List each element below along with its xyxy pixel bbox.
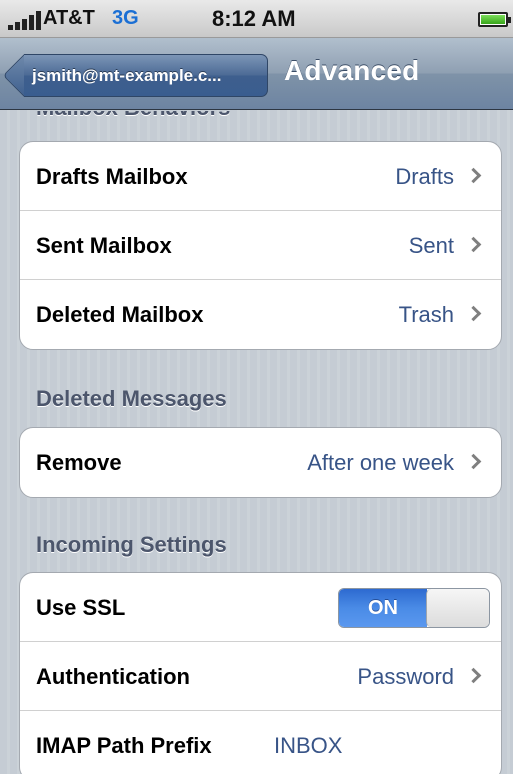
imap-path-prefix-input[interactable]: INBOX: [274, 733, 342, 759]
use-ssl-toggle[interactable]: ON: [338, 588, 490, 628]
imap-path-prefix-row[interactable]: IMAP Path Prefix INBOX: [20, 711, 501, 774]
network-type: 3G: [112, 7, 139, 29]
row-label: Deleted Mailbox: [36, 302, 204, 327]
row-label: Sent Mailbox: [36, 233, 172, 258]
use-ssl-row: Use SSL ON: [20, 573, 501, 642]
settings-list[interactable]: Mailbox Behaviors Drafts Mailbox Drafts …: [0, 111, 513, 774]
mailbox-behaviors-group: Drafts Mailbox Drafts Sent Mailbox Sent …: [19, 141, 502, 350]
authentication-row[interactable]: Authentication Password: [20, 642, 501, 711]
chevron-right-icon: [465, 305, 482, 322]
row-label: Remove: [36, 450, 122, 475]
section-header-incoming-settings: Incoming Settings: [36, 532, 227, 557]
deleted-mailbox-row[interactable]: Deleted Mailbox Trash: [20, 280, 501, 349]
row-value: Drafts: [395, 164, 454, 189]
section-header-mailbox-behaviors: Mailbox Behaviors: [36, 111, 230, 121]
drafts-mailbox-row[interactable]: Drafts Mailbox Drafts: [20, 142, 501, 211]
row-value: Trash: [398, 302, 454, 327]
battery-icon: [478, 12, 511, 27]
chevron-right-icon: [465, 453, 482, 470]
incoming-settings-group: Use SSL ON Authentication Password IMAP …: [19, 572, 502, 774]
chevron-right-icon: [465, 167, 482, 184]
toggle-state-label: ON: [339, 589, 427, 627]
row-label: IMAP Path Prefix: [36, 733, 212, 758]
row-value: Password: [357, 664, 454, 689]
row-value: After one week: [307, 450, 454, 475]
toggle-knob[interactable]: [426, 589, 489, 627]
signal-strength-icon: [8, 10, 42, 30]
status-time: 8:12 AM: [212, 6, 296, 31]
row-label: Authentication: [36, 664, 190, 689]
chevron-right-icon: [465, 236, 482, 253]
back-button[interactable]: jsmith@mt-example.c...: [24, 54, 268, 97]
status-bar: AT&T 3G 8:12 AM: [0, 0, 513, 38]
page-title: Advanced: [284, 55, 420, 86]
row-value: Sent: [408, 233, 454, 258]
navigation-bar: jsmith@mt-example.c... Advanced: [0, 38, 513, 110]
section-header-deleted-messages: Deleted Messages: [36, 386, 227, 411]
sent-mailbox-row[interactable]: Sent Mailbox Sent: [20, 211, 501, 280]
deleted-messages-group: Remove After one week: [19, 427, 502, 498]
carrier-name: AT&T: [43, 7, 95, 29]
row-label: Use SSL: [36, 595, 126, 620]
chevron-right-icon: [465, 667, 482, 684]
row-label: Drafts Mailbox: [36, 164, 188, 189]
remove-row[interactable]: Remove After one week: [20, 428, 501, 497]
